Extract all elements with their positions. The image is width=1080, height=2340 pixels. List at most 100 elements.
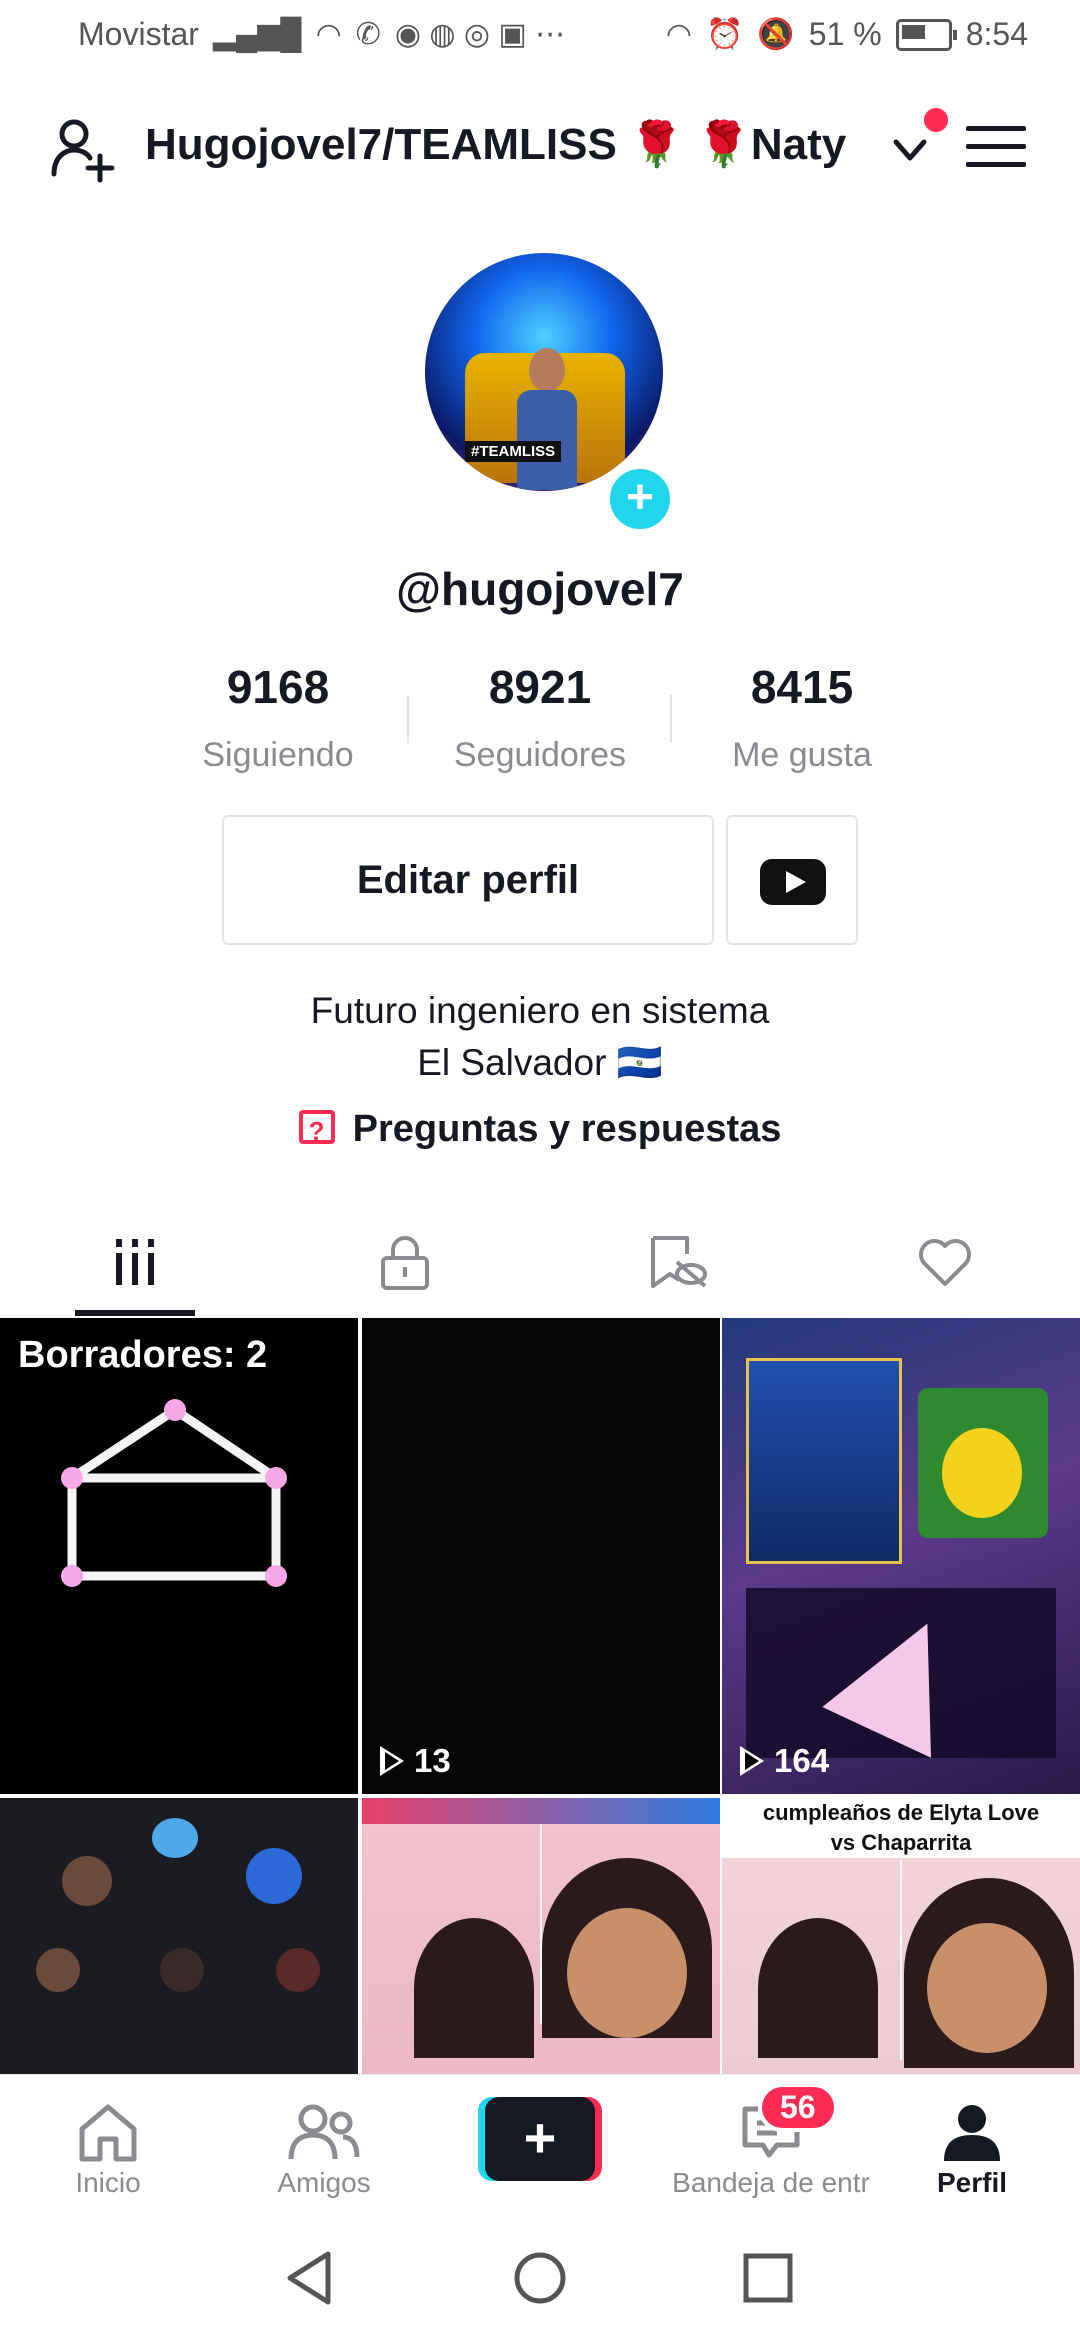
inbox-badge: 56	[758, 2083, 838, 2132]
stat-label: Siguiendo	[202, 736, 354, 774]
thumbnail-whale	[152, 1818, 198, 1858]
youtube-icon	[760, 859, 826, 905]
headphones-icon: ◠	[665, 18, 693, 51]
content-tabs	[0, 1210, 1080, 1318]
thumbnail-face-skin	[567, 1908, 687, 2038]
bio-line-2: El Salvador	[417, 1042, 607, 1083]
nav-friends[interactable]: Amigos	[224, 2097, 424, 2199]
thumbnail-battle-bar	[362, 1798, 720, 1824]
view-count-value: 164	[774, 1742, 830, 1779]
back-icon[interactable]	[284, 2250, 334, 2306]
caption-line-2: vs Chaparrita	[830, 1830, 972, 1855]
thumbnail-avatar	[276, 1948, 320, 1992]
battery-icon	[895, 18, 957, 51]
tab-private[interactable]	[345, 1210, 465, 1314]
thumbnail-avatar	[246, 1848, 302, 1904]
account-name: Naty	[750, 120, 847, 169]
nav-home-label: Inicio	[75, 2167, 141, 2198]
recents-icon[interactable]	[742, 2252, 794, 2304]
house-drawing	[61, 1399, 287, 1587]
caption-line-1: cumpleaños de Elyta Love	[762, 1800, 1040, 1825]
nav-home[interactable]: Inicio	[8, 2097, 208, 2199]
create-button[interactable]: +	[478, 2097, 602, 2181]
avatar-person-graphic	[517, 348, 577, 490]
view-count: 13	[380, 1742, 451, 1780]
stat-following[interactable]: 9168 Siguiendo	[148, 660, 408, 775]
stat-label: Me gusta	[732, 736, 872, 774]
alarm-icon: ⏰	[706, 18, 744, 51]
carrier-label: Movistar	[78, 16, 199, 52]
thumbnail-avatar	[62, 1856, 112, 1906]
stat-value: 8921	[488, 661, 592, 713]
bookmark-hidden-icon	[651, 1236, 707, 1288]
bio: Futuro ingeniero en sistema El Salvador …	[0, 985, 1080, 1089]
stat-value: 9168	[226, 661, 330, 713]
stat-divider	[407, 695, 409, 743]
play-icon	[740, 1746, 764, 1776]
tab-hidden-favorites[interactable]	[617, 1210, 737, 1314]
thumbnail-divider	[900, 1860, 902, 2060]
rose-emoji-2: 🌹	[696, 120, 751, 169]
add-avatar-button[interactable]: +	[604, 463, 676, 535]
heart-icon	[919, 1239, 971, 1286]
video-tile[interactable]: 13	[362, 1318, 720, 1794]
clock: 8:54	[965, 16, 1028, 52]
thumbnail-poster	[746, 1358, 902, 1564]
bio-line-1: Futuro ingeniero en sistema	[310, 990, 770, 1031]
drafts-tile[interactable]: Borradores: 2	[0, 1318, 358, 1794]
avatar[interactable]: #TEAMLISS	[425, 253, 663, 491]
username: @hugojovel7	[396, 563, 684, 615]
chevron-down-icon[interactable]	[888, 128, 932, 172]
view-count-value: 13	[414, 1742, 451, 1779]
nav-friends-label: Amigos	[277, 2167, 371, 2198]
notification-icons: ◉ ◍ ◎ ▣ ⋯	[394, 18, 566, 51]
profile-icon	[944, 2105, 1000, 2161]
bottom-nav: Inicio Amigos + Bandeja de entr 56 Perfi…	[0, 2074, 1080, 2217]
add-user-icon[interactable]	[48, 114, 120, 186]
thumbnail-avatar	[36, 1948, 80, 1992]
avatar-tag: #TEAMLISS	[465, 441, 562, 462]
thumbnail-face	[758, 1918, 878, 2058]
video-caption: cumpleaños de Elyta Love vs Chaparrita	[722, 1798, 1080, 1858]
edit-profile-button[interactable]: Editar perfil	[222, 815, 714, 945]
signal-icon: ▂▄▆█	[212, 18, 302, 51]
view-count: 164	[740, 1742, 829, 1780]
phone-icon: ✆	[355, 18, 381, 51]
plus-icon: +	[485, 2097, 595, 2181]
stat-likes[interactable]: 8415 Me gusta	[672, 660, 932, 775]
profile-header: Hugojovel7/TEAMLISS 🌹 🌹Naty	[0, 100, 1080, 200]
tab-liked[interactable]	[885, 1210, 1005, 1314]
thumbnail-avatar	[160, 1948, 204, 1992]
thumbnail-face-skin	[927, 1923, 1047, 2053]
question-icon: ?	[298, 1109, 335, 1146]
mute-icon: 🔕	[757, 18, 795, 51]
play-icon	[380, 1746, 404, 1776]
system-nav-bar	[0, 2216, 1080, 2340]
stat-followers[interactable]: 8921 Seguidores	[410, 660, 670, 775]
nav-profile-label: Perfil	[936, 2167, 1008, 2198]
youtube-button[interactable]	[726, 815, 858, 945]
grid-icon	[116, 1239, 154, 1285]
rose-emoji: 🌹	[629, 120, 684, 169]
battery-percent: 51 %	[808, 16, 882, 52]
account-switcher[interactable]: Hugojovel7/TEAMLISS 🌹 🌹Naty	[145, 118, 846, 170]
nav-profile[interactable]: Perfil	[872, 2097, 1072, 2199]
active-tab-indicator	[75, 1310, 195, 1316]
stat-value: 8415	[750, 661, 854, 713]
video-tile[interactable]: 164	[722, 1318, 1080, 1794]
menu-icon[interactable]	[966, 126, 1026, 174]
notification-dot	[924, 108, 948, 132]
home-circle-icon[interactable]	[512, 2250, 568, 2306]
qa-link[interactable]: ? Preguntas y respuestas	[0, 1108, 1080, 1151]
flag-emoji: 🇸🇻	[616, 1042, 663, 1083]
account-title: Hugojovel7/TEAMLISS	[145, 120, 617, 169]
wifi-icon: ◠	[315, 18, 342, 51]
thumbnail-face	[414, 1918, 534, 2058]
friends-icon	[288, 2104, 360, 2160]
tab-videos[interactable]	[75, 1210, 195, 1314]
qa-label: Preguntas y respuestas	[352, 1108, 782, 1150]
nav-inbox-label: Bandeja de entr	[672, 2167, 870, 2198]
stat-label: Seguidores	[453, 736, 626, 774]
home-icon	[79, 2104, 137, 2162]
thumbnail-duck	[942, 1428, 1022, 1518]
